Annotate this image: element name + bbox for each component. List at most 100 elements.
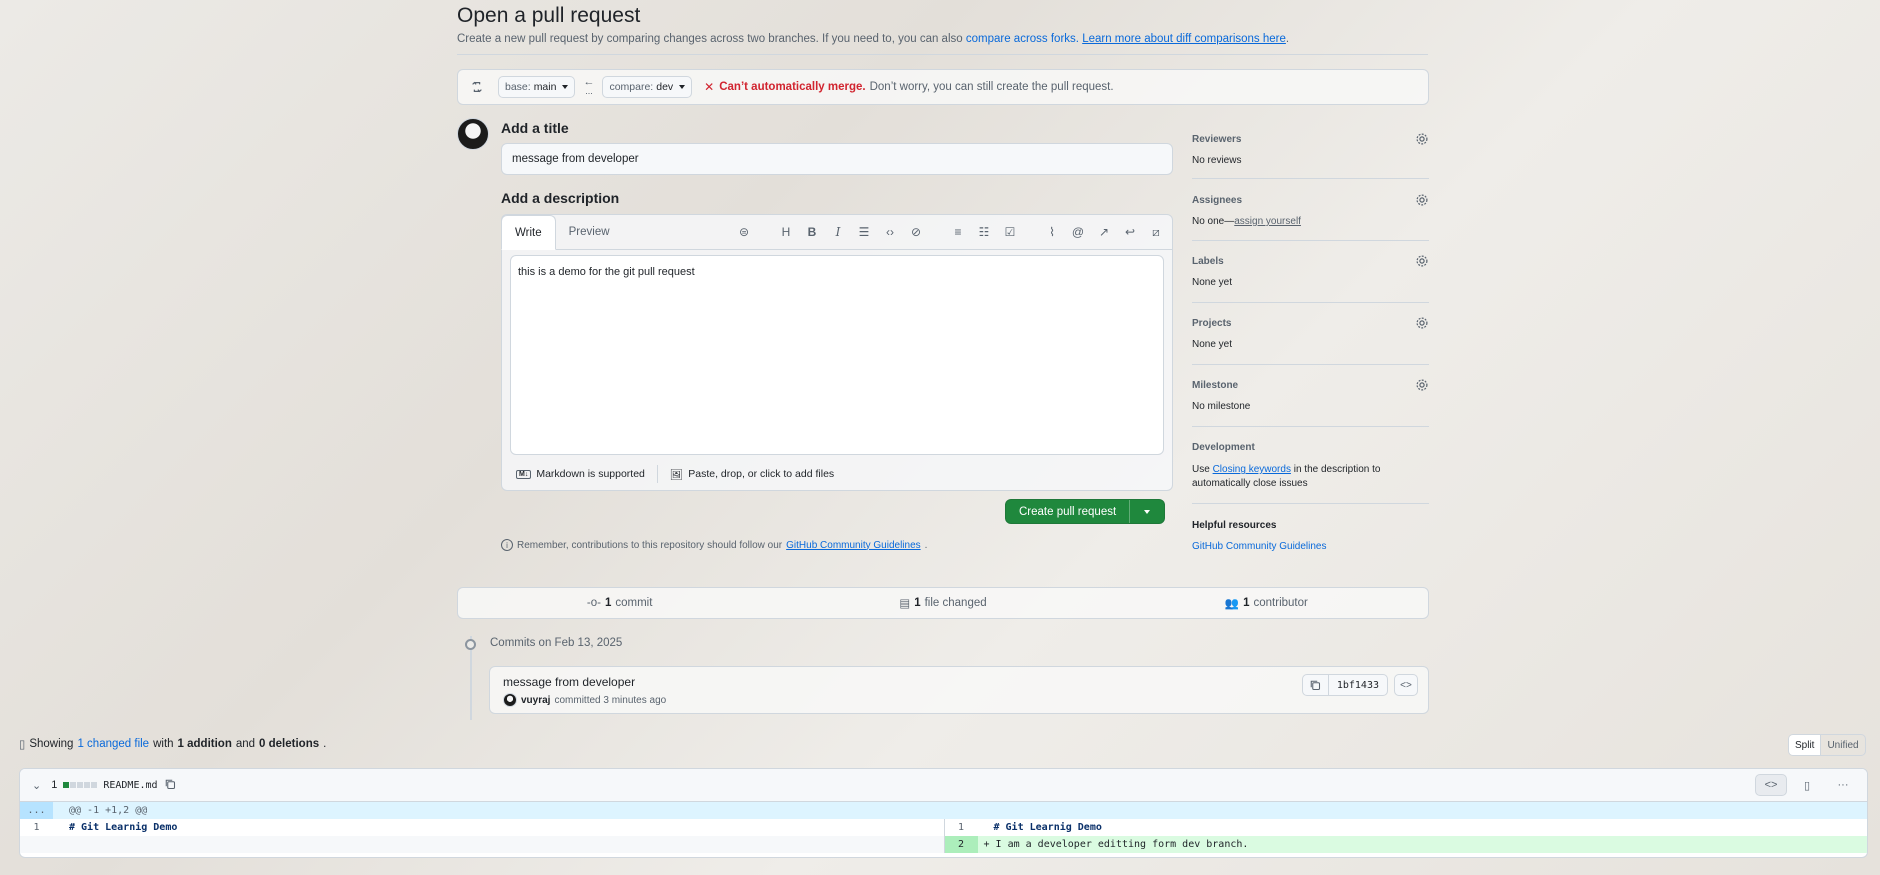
diff-view-toggle: Split Unified bbox=[1788, 734, 1866, 756]
slash-command-icon[interactable]: ⧄ bbox=[1146, 222, 1166, 242]
diff-summary: ▯ Showing 1 changed file with 1 addition… bbox=[19, 737, 326, 751]
closing-keywords-link[interactable]: Closing keywords bbox=[1213, 464, 1291, 475]
quote-icon[interactable]: ☰ bbox=[854, 222, 874, 242]
copy-icon[interactable] bbox=[1303, 675, 1329, 695]
expand-hunk-button[interactable]: ... bbox=[20, 802, 53, 819]
description-textarea[interactable]: this is a demo for the git pull request bbox=[510, 255, 1164, 455]
diff-row: 1 # Git Learnig Demo 1 # Git Learnig Dem… bbox=[20, 819, 1867, 836]
line-number[interactable]: 2 bbox=[944, 836, 978, 853]
cross-reference-icon[interactable]: ↗ bbox=[1094, 222, 1114, 242]
hunk-text: @@ -1 +1,2 @@ bbox=[69, 805, 148, 816]
commits-label: commit bbox=[615, 597, 653, 609]
italic-icon[interactable]: I bbox=[828, 222, 848, 242]
code-line: + I am a developer editting form dev bra… bbox=[977, 836, 1867, 853]
chevron-down-icon bbox=[679, 85, 686, 89]
title-heading: Add a title bbox=[501, 120, 569, 136]
heading-icon[interactable]: H bbox=[776, 222, 796, 242]
attach-icon[interactable]: ⌇ bbox=[1042, 222, 1062, 242]
bulleted-list-icon[interactable]: ☷ bbox=[974, 222, 994, 242]
divider bbox=[1192, 426, 1429, 427]
changed-files-link[interactable]: 1 changed file bbox=[77, 738, 149, 750]
task-list-icon[interactable]: ☑ bbox=[1000, 222, 1020, 242]
create-options-dropdown[interactable] bbox=[1130, 509, 1164, 514]
merge-note-text: Don’t worry, you can still create the pu… bbox=[869, 81, 1114, 93]
line-number[interactable]: 1 bbox=[945, 819, 978, 836]
commit-row: message from developer vuyraj committed … bbox=[489, 666, 1429, 714]
diff-summary-end: . bbox=[323, 738, 327, 750]
contributors-tab[interactable]: 👥 1 contributor bbox=[1105, 596, 1428, 610]
gear-icon[interactable] bbox=[1415, 254, 1429, 268]
file-view-icon[interactable]: ▯ bbox=[1791, 774, 1823, 796]
file-diff: ⌄ 1 README.md <> ▯ ··· ... @@ -1 +1,2 @@… bbox=[19, 768, 1868, 858]
additions-count: 1 addition bbox=[177, 738, 232, 750]
reply-icon[interactable]: ↩ bbox=[1120, 222, 1140, 242]
labels-value: None yet bbox=[1192, 277, 1233, 288]
learn-more-link[interactable]: Learn more about diff comparisons here bbox=[1082, 33, 1286, 45]
create-pull-request-label[interactable]: Create pull request bbox=[1006, 500, 1131, 523]
gear-icon[interactable] bbox=[1415, 378, 1429, 392]
create-pull-request-button[interactable]: Create pull request bbox=[1005, 499, 1166, 524]
gear-icon[interactable] bbox=[1415, 316, 1429, 330]
assignees-value: No one— bbox=[1192, 216, 1235, 227]
title-input[interactable]: message from developer bbox=[501, 143, 1173, 175]
copy-icon[interactable] bbox=[164, 778, 176, 793]
commits-tab[interactable]: -o- 1 commit bbox=[458, 597, 781, 609]
markdown-supported-link[interactable]: Markdown is supported bbox=[536, 468, 645, 480]
guidelines-link[interactable]: GitHub Community Guidelines bbox=[786, 540, 921, 551]
code-view-icon[interactable]: <> bbox=[1755, 774, 1787, 796]
development-pre: Use bbox=[1192, 464, 1210, 475]
files-changed-tab[interactable]: ▤ 1 file changed bbox=[781, 596, 1104, 610]
projects-value: None yet bbox=[1192, 339, 1233, 350]
page-title: Open a pull request bbox=[457, 4, 641, 27]
assign-yourself-link[interactable]: assign yourself bbox=[1234, 216, 1301, 227]
chevron-down-icon[interactable]: ⌄ bbox=[32, 779, 41, 792]
commit-meta: vuyraj committed 3 minutes ago bbox=[503, 693, 666, 707]
helpful-resources-label: Helpful resources bbox=[1192, 520, 1277, 531]
milestone-value: No milestone bbox=[1192, 401, 1251, 412]
compare-across-forks-link[interactable]: compare across forks. bbox=[966, 33, 1079, 45]
add-files-button[interactable]: Paste, drop, or click to add files bbox=[688, 468, 834, 480]
community-guidelines-link[interactable]: GitHub Community Guidelines bbox=[1192, 541, 1429, 552]
sidebar-milestone: Milestone No milestone bbox=[1192, 378, 1429, 412]
commit-sha-link[interactable]: 1bf1433 bbox=[1329, 675, 1387, 695]
diff-left: 1 # Git Learnig Demo bbox=[20, 819, 944, 836]
line-number[interactable]: 1 bbox=[20, 819, 53, 836]
browse-code-button[interactable]: <> bbox=[1394, 674, 1418, 696]
unified-view-button[interactable]: Unified bbox=[1821, 735, 1864, 755]
divider bbox=[1192, 178, 1429, 179]
diff-left-empty bbox=[20, 836, 944, 853]
gear-icon[interactable] bbox=[1415, 132, 1429, 146]
gear-icon[interactable] bbox=[1415, 193, 1429, 207]
numbered-list-icon[interactable]: ≡ bbox=[948, 222, 968, 242]
labels-label: Labels bbox=[1192, 256, 1224, 267]
more-options-icon[interactable]: ··· bbox=[1827, 774, 1859, 796]
link-icon[interactable]: ⊘ bbox=[906, 222, 926, 242]
hunk-header: ... @@ -1 +1,2 @@ bbox=[20, 802, 1867, 819]
compare-value: dev bbox=[656, 81, 674, 93]
commit-title-link[interactable]: message from developer bbox=[503, 675, 635, 689]
copilot-icon[interactable]: ⊜ bbox=[734, 222, 754, 242]
base-value: main bbox=[533, 81, 557, 93]
compare-branch-select[interactable]: compare: dev bbox=[602, 76, 693, 98]
bold-icon[interactable]: B bbox=[802, 222, 822, 242]
guidelines-note: i Remember, contributions to this reposi… bbox=[501, 539, 927, 551]
files-label: file changed bbox=[924, 597, 987, 609]
tab-write[interactable]: Write bbox=[501, 215, 556, 250]
code-line: # Git Learnig Demo bbox=[993, 822, 1102, 833]
guidelines-end: . bbox=[924, 539, 928, 551]
commit-author-link[interactable]: vuyraj bbox=[521, 695, 550, 706]
branch-compare-bar: base: main ←... compare: dev ✕ Can’t aut… bbox=[457, 69, 1429, 105]
code-icon[interactable]: ‹› bbox=[880, 222, 900, 242]
code-line: # Git Learnig Demo bbox=[69, 822, 178, 833]
split-view-button[interactable]: Split bbox=[1789, 735, 1822, 755]
file-name-link[interactable]: README.md bbox=[103, 780, 157, 791]
base-branch-select[interactable]: base: main bbox=[498, 76, 576, 98]
assignees-label: Assignees bbox=[1192, 195, 1243, 206]
page-subtitle: Create a new pull request by comparing c… bbox=[457, 33, 1289, 45]
markdown-toolbar: ⊜ H B I ☰ ‹› ⊘ ≡ ☷ ☑ ⌇ @ ↗ ↩ ⧄ bbox=[734, 222, 1166, 242]
diff-summary-with: with bbox=[153, 738, 174, 750]
diff-row: 2 + I am a developer editting form dev b… bbox=[20, 836, 1867, 853]
tab-preview[interactable]: Preview bbox=[556, 214, 623, 249]
commits-date-label: Commits on Feb 13, 2025 bbox=[490, 637, 623, 649]
mention-icon[interactable]: @ bbox=[1068, 222, 1088, 242]
